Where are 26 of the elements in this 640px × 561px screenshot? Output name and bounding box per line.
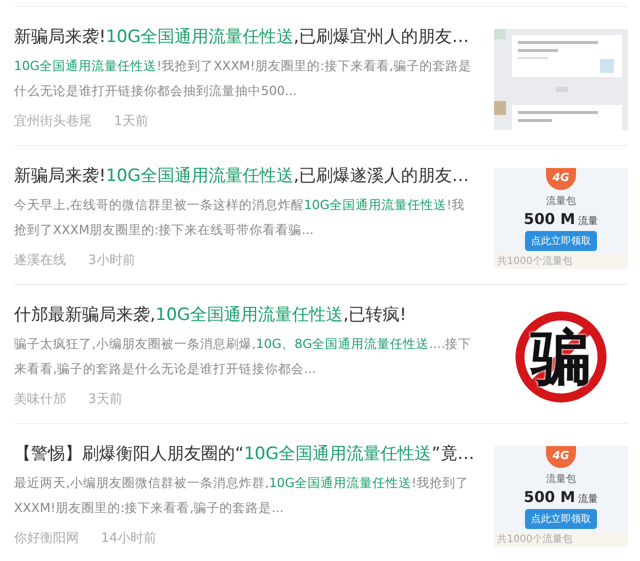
publish-time: 3天前 [88, 391, 122, 408]
article-title[interactable]: 什邡最新骗局来袭,10G全国通用流量任性送,已转疯! [14, 303, 476, 327]
article-title[interactable]: 新骗局来袭!10G全国通用流量任性送,已刷爆宜州人的朋友… [14, 25, 476, 49]
article-summary: 10G全国通用流量任性送!我抢到了XXXM!朋友圈里的:接下来看看,骗子的套路是什么无论是谁打开链接你都会抽到流量抽中500... [14, 57, 472, 100]
source-name: 宜州街头巷尾 [14, 113, 92, 130]
pack-footer: 共1000个流量包 [494, 531, 628, 547]
article-summary: 今天早上,在线哥的微信群里被一条这样的消息炸醒10G全国通用流量任性送!我抢到了XXXM朋友圈里的:接下来在线哥带你看看骗... [14, 196, 466, 239]
pack-footer: 共1000个流量包 [494, 253, 628, 269]
pack-unit: 流量 [578, 492, 598, 506]
pack-amount: 500 M [524, 210, 576, 228]
pack-unit: 流量 [578, 214, 598, 228]
network-badge: 4G [546, 168, 576, 190]
article-summary: 最近两天,小编朋友圈微信群被一条消息炸群,10G全国通用流量任性送!我抢到了XXXM!朋友圈里的:接下来看看,骗子的套路是... [14, 474, 470, 517]
source-name: 你好衡阳网 [14, 530, 79, 547]
pack-label: 流量包 [546, 472, 576, 486]
source-name: 美味什邡 [14, 391, 66, 408]
article-title[interactable]: 【警惕】刷爆衡阳人朋友圈的“10G全国通用流量任性送”竟… [14, 442, 476, 466]
source-name: 遂溪在线 [14, 252, 66, 269]
pack-amount: 500 M [524, 488, 576, 506]
article-title[interactable]: 新骗局来袭!10G全国通用流量任性送,已刷爆遂溪人的朋友… [14, 164, 476, 188]
pack-label: 流量包 [546, 194, 576, 208]
publish-time: 3小时前 [88, 252, 136, 269]
publish-time: 1天前 [114, 113, 148, 130]
publish-time: 14小时前 [101, 530, 157, 547]
article-summary: 骗子太疯狂了,小编朋友圈被一条消息刷爆,10G、8G全国通用流量任性送....接下来看看,骗子的套路是什么无论是谁打开链接你都会... [14, 335, 472, 378]
network-badge: 4G [546, 446, 576, 468]
